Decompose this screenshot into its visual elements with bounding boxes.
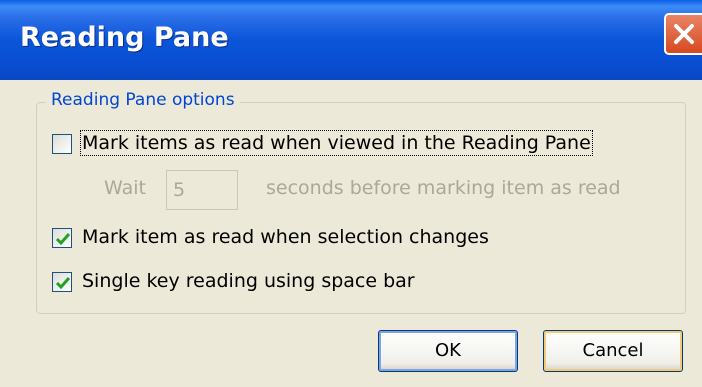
ok-button[interactable]: OK bbox=[378, 330, 518, 372]
wait-suffix-label: seconds before marking item as read bbox=[266, 177, 621, 199]
dialog-title: Reading Pane bbox=[20, 22, 229, 53]
option-label-mark-read-when-viewed: Mark items as read when viewed in the Re… bbox=[80, 130, 593, 156]
checkbox-mark-read-when-viewed[interactable] bbox=[52, 134, 72, 154]
title-bar[interactable]: Reading Pane bbox=[0, 0, 702, 80]
checkmark-icon bbox=[55, 277, 71, 290]
option-label-mark-read-on-selection-change: Mark item as read when selection changes bbox=[82, 226, 489, 248]
option-label-single-key-reading: Single key reading using space bar bbox=[82, 270, 415, 292]
close-button[interactable] bbox=[664, 13, 702, 55]
option-single-key-reading[interactable]: Single key reading using space bar bbox=[52, 270, 452, 296]
checkbox-single-key-reading[interactable] bbox=[52, 272, 72, 292]
option-mark-read-when-viewed[interactable]: Mark items as read when viewed in the Re… bbox=[52, 130, 612, 158]
wait-seconds-input[interactable] bbox=[166, 170, 238, 210]
group-label: Reading Pane options bbox=[46, 90, 240, 110]
checkbox-mark-read-on-selection-change[interactable] bbox=[52, 228, 72, 248]
dialog-body: Reading Pane options Mark items as read … bbox=[0, 80, 702, 387]
close-icon bbox=[674, 24, 694, 44]
cancel-button[interactable]: Cancel bbox=[543, 330, 683, 372]
wait-label: Wait bbox=[104, 177, 146, 199]
checkmark-icon bbox=[55, 233, 71, 246]
reading-pane-dialog: Reading Pane Reading Pane options Mark i… bbox=[0, 0, 702, 387]
option-mark-read-on-selection-change[interactable]: Mark item as read when selection changes bbox=[52, 226, 512, 252]
